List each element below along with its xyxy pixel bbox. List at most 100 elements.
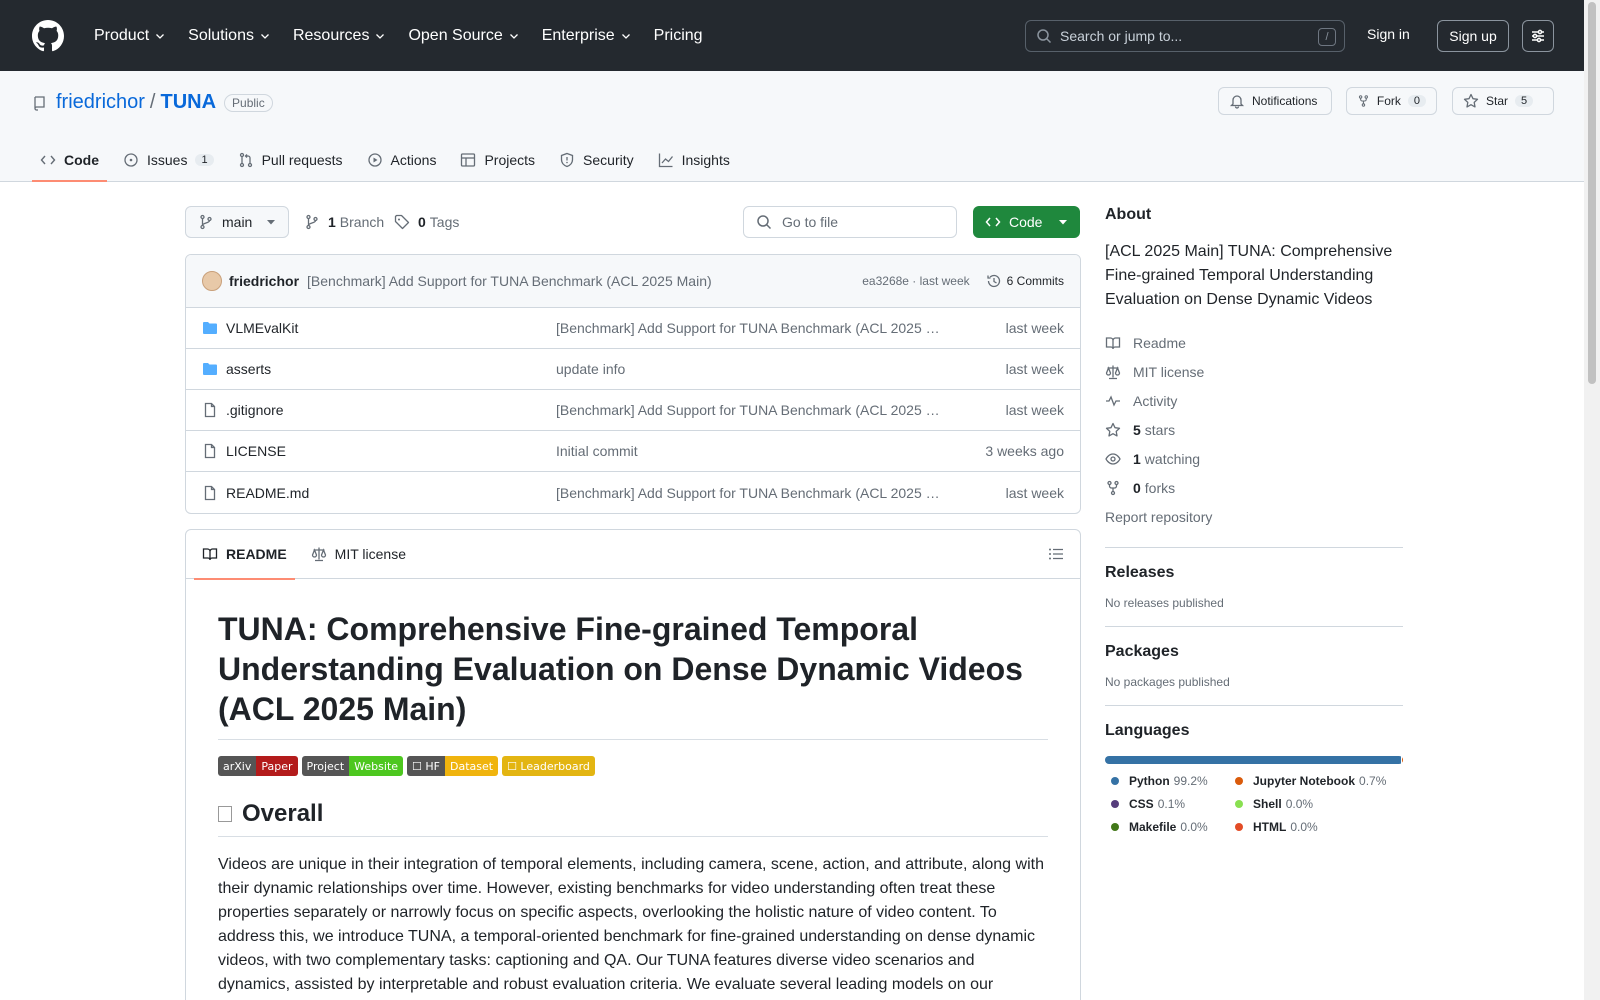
badge-leaderboard[interactable]: ☐ Leaderboard xyxy=(502,756,595,776)
file-date: last week xyxy=(1005,361,1064,377)
notifications-button[interactable]: Notifications xyxy=(1218,87,1332,115)
branches-link[interactable]: 1 Branch xyxy=(304,214,384,230)
file-name-link[interactable]: LICENSE xyxy=(226,443,556,459)
language-item-makefile[interactable]: Makefile 0.0% xyxy=(1105,818,1229,835)
repo-name-link[interactable]: TUNA xyxy=(160,91,216,114)
about-description: [ACL 2025 Main] TUNA: Comprehensive Fine… xyxy=(1105,243,1393,308)
fork-button[interactable]: Fork 0 xyxy=(1346,87,1437,115)
divider xyxy=(1105,547,1403,548)
language-item-css[interactable]: CSS 0.1% xyxy=(1105,795,1229,812)
chevron-down-icon xyxy=(620,30,632,42)
language-item-jupyter-notebook[interactable]: Jupyter Notebook 0.7% xyxy=(1229,772,1389,789)
language-item-html[interactable]: HTML 0.0% xyxy=(1229,818,1389,835)
badge-right-label: Dataset xyxy=(445,756,499,776)
releases-note: No releases published xyxy=(1105,596,1224,610)
language-color-dot xyxy=(1111,776,1119,785)
file-commit-message-link[interactable]: Initial commit xyxy=(556,443,941,459)
repo-owner-link[interactable]: friedrichor xyxy=(56,91,145,114)
go-to-file-input[interactable]: Go to file xyxy=(743,206,957,238)
commit-message-link[interactable]: [Benchmark] Add Support for TUNA Benchma… xyxy=(307,273,712,289)
file-name-link[interactable]: asserts xyxy=(226,361,556,377)
file-date: last week xyxy=(1005,402,1064,418)
folder-icon xyxy=(202,361,218,377)
page-scrollbar[interactable] xyxy=(1584,0,1600,1000)
global-search-input[interactable]: Search or jump to... / xyxy=(1025,20,1345,52)
file-name-link[interactable]: README.md xyxy=(226,485,556,501)
menu-button[interactable] xyxy=(1522,20,1554,52)
nav-item-label: Product xyxy=(94,26,150,44)
file-icon xyxy=(202,402,218,418)
packages-title[interactable]: Packages xyxy=(1105,643,1403,661)
tab-label: Pull requests xyxy=(261,152,343,168)
tab-security[interactable]: Security xyxy=(551,139,642,181)
outline-list-icon[interactable] xyxy=(1048,546,1064,562)
tab-license[interactable]: MIT license xyxy=(303,530,414,579)
nav-item-resources[interactable]: Resources xyxy=(285,20,394,52)
tab-insights[interactable]: Insights xyxy=(650,139,738,181)
tags-link[interactable]: 0 Tags xyxy=(394,214,459,230)
nav-item-enterprise[interactable]: Enterprise xyxy=(534,20,640,52)
code-icon xyxy=(985,217,1001,227)
file-icon xyxy=(202,443,218,459)
releases-title[interactable]: Releases xyxy=(1105,564,1403,582)
sign-up-button[interactable]: Sign up xyxy=(1437,20,1509,52)
report-repository-link[interactable]: Report repository xyxy=(1105,502,1403,531)
commit-sha-time[interactable]: ea3268e · last week xyxy=(862,274,969,288)
chevron-down-icon xyxy=(259,30,271,42)
code-dropdown-button[interactable]: Code xyxy=(973,206,1080,238)
tab-issues[interactable]: Issues 1 xyxy=(115,139,222,181)
file-commit-message-link[interactable]: update info xyxy=(556,361,941,377)
commits-link[interactable]: 6 Commits xyxy=(986,273,1064,289)
avatar[interactable] xyxy=(202,271,222,291)
badge-arxiv-paper[interactable]: arXiv Paper xyxy=(218,756,298,776)
nav-item-open-source[interactable]: Open Source xyxy=(400,20,527,52)
issue-icon xyxy=(123,152,147,168)
about-link-readme[interactable]: Readme xyxy=(1105,328,1403,357)
branch-icon xyxy=(200,214,212,230)
star-button[interactable]: Star 5 xyxy=(1452,87,1554,115)
tab-label: Actions xyxy=(390,152,437,168)
about-link-activity[interactable]: Activity xyxy=(1105,386,1403,415)
star-icon xyxy=(1463,93,1479,108)
about-link-forks[interactable]: 0 forks xyxy=(1105,473,1403,502)
file-commit-message-link[interactable]: [Benchmark] Add Support for TUNA Benchma… xyxy=(556,485,941,501)
nav-item-solutions[interactable]: Solutions xyxy=(180,20,279,52)
fork-icon xyxy=(1358,95,1368,107)
table-row: LICENSE Initial commit 3 weeks ago xyxy=(186,431,1080,472)
language-item-shell[interactable]: Shell 0.0% xyxy=(1229,795,1389,812)
table-row: asserts update info last week xyxy=(186,349,1080,390)
file-name-link[interactable]: .gitignore xyxy=(226,402,556,418)
scrollbar-thumb[interactable] xyxy=(1588,2,1596,384)
github-logo-icon[interactable] xyxy=(32,19,64,52)
badge-hf-dataset[interactable]: ☐ HF Dataset xyxy=(407,756,499,776)
branch-selector[interactable]: main xyxy=(185,206,289,238)
branch-name: main xyxy=(222,214,253,230)
nav-item-pricing[interactable]: Pricing xyxy=(646,20,711,52)
repo-header: friedrichor / TUNA Public Notifications … xyxy=(0,71,1584,182)
tab-pull-requests[interactable]: Pull requests xyxy=(230,139,351,181)
file-commit-message-link[interactable]: [Benchmark] Add Support for TUNA Benchma… xyxy=(556,320,941,336)
language-item-python[interactable]: Python 99.2% xyxy=(1105,772,1229,789)
sign-in-link[interactable]: Sign in xyxy=(1367,26,1410,42)
chevron-down-icon xyxy=(154,30,166,42)
about-link-count: 0 xyxy=(1133,479,1141,496)
about-link-watching[interactable]: 1 watching xyxy=(1105,444,1403,473)
about-link-mit-license[interactable]: MIT license xyxy=(1105,357,1403,386)
scale-icon xyxy=(1105,364,1133,380)
tab-code[interactable]: Code xyxy=(32,139,107,182)
star-label: Star xyxy=(1486,94,1509,108)
nav-item-label: Enterprise xyxy=(541,26,615,44)
search-placeholder: Search or jump to... xyxy=(1060,28,1183,44)
file-name-link[interactable]: VLMEvalKit xyxy=(226,320,556,336)
tab-projects[interactable]: Projects xyxy=(452,139,543,181)
about-title: About xyxy=(1105,206,1152,223)
latest-commit-row: friedrichor [Benchmark] Add Support for … xyxy=(186,255,1080,308)
nav-item-product[interactable]: Product xyxy=(86,20,174,52)
commit-author-link[interactable]: friedrichor xyxy=(229,273,299,289)
file-commit-message-link[interactable]: [Benchmark] Add Support for TUNA Benchma… xyxy=(556,402,941,418)
about-link-stars[interactable]: 5 stars xyxy=(1105,415,1403,444)
tab-readme[interactable]: README xyxy=(194,530,295,580)
tab-actions[interactable]: Actions xyxy=(359,139,445,181)
badge-project-website[interactable]: Project Website xyxy=(301,756,404,776)
book-icon xyxy=(202,548,218,561)
